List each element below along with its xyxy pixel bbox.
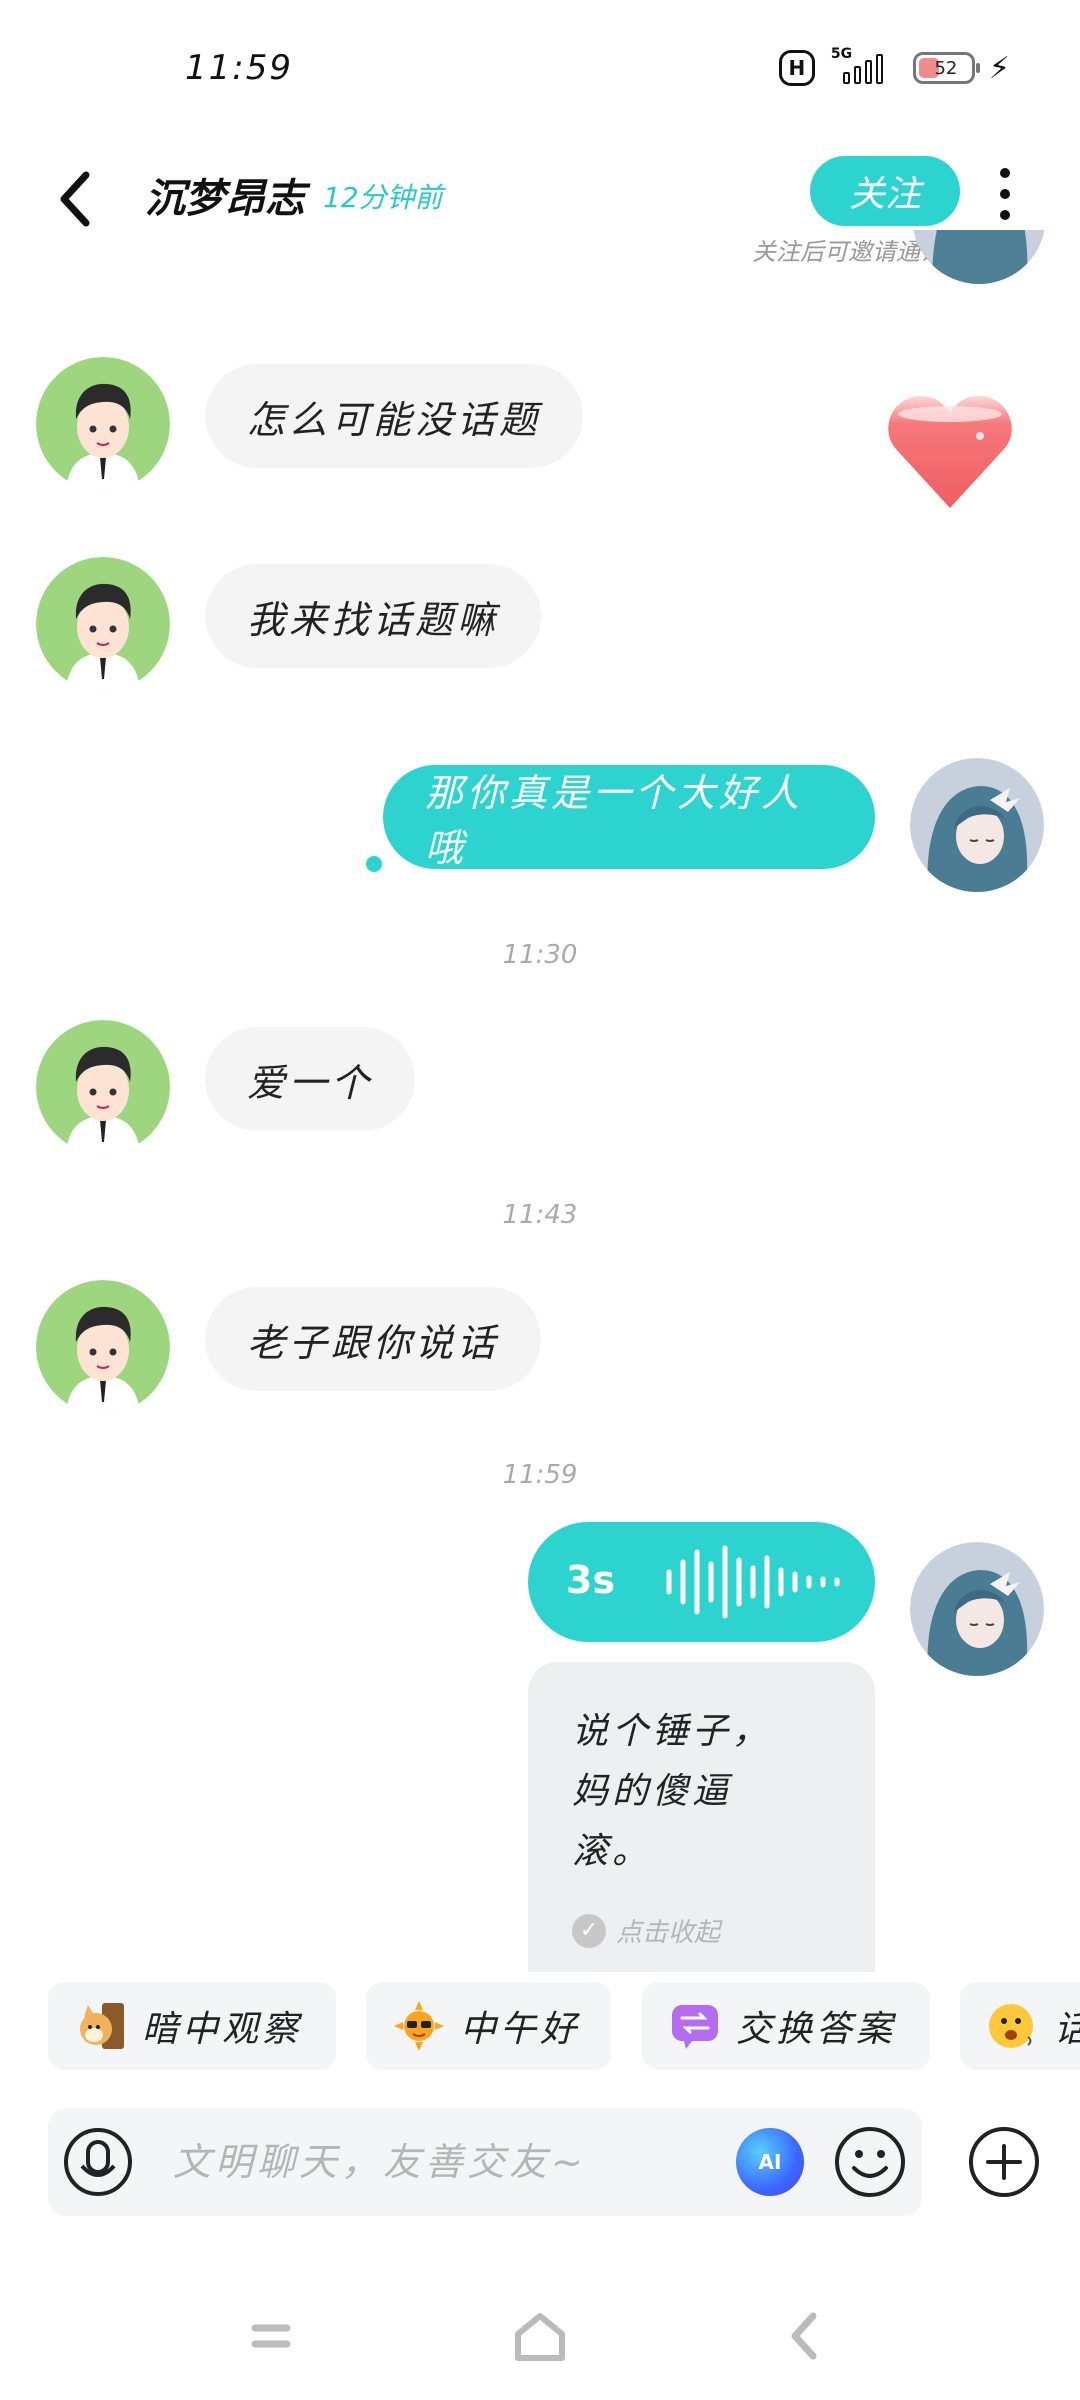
status-bar: 11:59 H 5G 52 ⚡ — [0, 0, 1080, 140]
quick-reply-bar: 暗中观察 中午好 交换答案 话 — [0, 1982, 1080, 2072]
message-bubble[interactable]: 爱一个 — [205, 1027, 416, 1131]
contact-avatar[interactable] — [36, 1280, 170, 1414]
message-bubble[interactable]: 老子跟你说话 — [205, 1287, 542, 1391]
back-button[interactable] — [46, 164, 106, 234]
battery-icon: 52 — [912, 52, 980, 84]
quick-reply-label: 暗中观察 — [142, 2009, 303, 2050]
heart-sticker-icon[interactable] — [885, 390, 1015, 510]
input-bar: AI — [48, 2108, 922, 2216]
sun-sunglasses-icon — [394, 2001, 444, 2051]
status-icons: H 5G 52 ⚡ — [778, 46, 1010, 86]
contact-avatar[interactable] — [36, 557, 170, 691]
quick-reply-label: 中午好 — [460, 2009, 581, 2050]
more-options-button[interactable] — [990, 164, 1020, 224]
timestamp: 11:43 — [502, 1200, 578, 1230]
system-nav-bar — [0, 2280, 1080, 2400]
timestamp: 11:59 — [502, 1460, 578, 1490]
hd-icon: H — [778, 50, 815, 86]
shiba-peek-icon — [80, 2003, 124, 2049]
quick-reply-chip[interactable]: 暗中观察 — [48, 1982, 336, 2070]
voice-transcript: 说个锤子， 妈的傻逼 滚。 ✓ 点击收起 — [528, 1662, 875, 1972]
contact-name[interactable]: 沉梦昂志 — [145, 166, 305, 224]
signal-icon: 5G — [829, 46, 899, 86]
ai-assistant-button[interactable]: AI — [736, 2128, 804, 2196]
voice-message[interactable]: 3s — [528, 1522, 875, 1642]
message-bubble[interactable]: 我来找话题嘛 — [205, 564, 542, 668]
quick-reply-chip[interactable]: 话 — [960, 1982, 1080, 2070]
back-nav-icon[interactable] — [775, 2306, 835, 2366]
read-indicator-dot — [366, 856, 382, 872]
exchange-icon — [672, 2005, 718, 2049]
voice-duration: 3s — [566, 1558, 616, 1602]
charging-icon: ⚡ — [988, 50, 1010, 86]
add-attachment-icon[interactable] — [966, 2124, 1042, 2200]
chat-header: 沉梦昂志 12分钟前 关注 关注后可邀请通话 — [0, 140, 1080, 270]
self-avatar[interactable] — [910, 758, 1044, 892]
home-icon[interactable] — [510, 2306, 570, 2366]
emoji-icon[interactable] — [832, 2124, 908, 2200]
quick-reply-chip[interactable]: 交换答案 — [642, 1982, 930, 2070]
transcript-text: 说个锤子， 妈的傻逼 滚。 — [572, 1711, 773, 1872]
voice-input-icon[interactable] — [62, 2126, 134, 2198]
contact-avatar[interactable] — [36, 357, 170, 491]
recent-apps-icon[interactable] — [241, 2306, 301, 2366]
contact-avatar[interactable] — [36, 1020, 170, 1154]
check-circle-icon: ✓ — [572, 1913, 606, 1948]
status-time: 11:59 — [185, 48, 293, 88]
message-input[interactable] — [173, 2134, 673, 2190]
smiley-speaking-icon — [989, 2004, 1033, 2048]
battery-level: 52 — [934, 57, 958, 79]
collapse-transcript-button[interactable]: ✓ 点击收起 — [572, 1912, 720, 1949]
message-bubble-outgoing[interactable]: 那你真是一个大好人哦 — [383, 765, 875, 870]
quick-reply-label: 话 — [1054, 2000, 1080, 2052]
timestamp: 11:30 — [502, 940, 578, 970]
quick-reply-label: 交换答案 — [736, 2009, 897, 2050]
follow-button[interactable]: 关注 — [810, 156, 960, 226]
chevron-left-icon — [60, 171, 90, 227]
waveform-icon — [666, 1545, 840, 1619]
quick-reply-chip[interactable]: 中午好 — [366, 1982, 611, 2070]
message-bubble[interactable]: 怎么可能没话题 — [205, 364, 584, 468]
last-seen: 12分钟前 — [323, 181, 443, 214]
collapse-label: 点击收起 — [616, 1918, 721, 1948]
self-avatar[interactable] — [910, 1542, 1044, 1676]
